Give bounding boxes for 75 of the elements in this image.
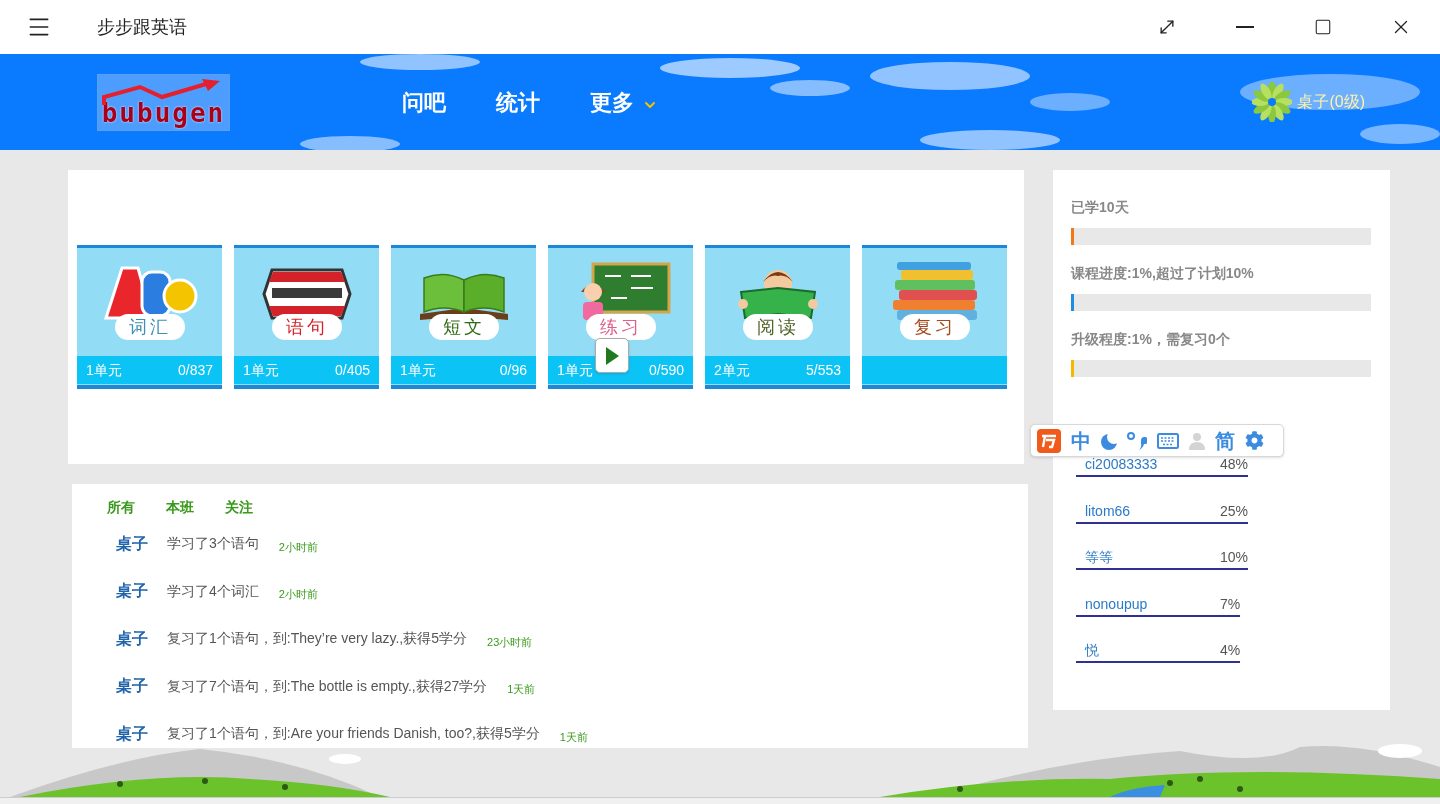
feed-tab[interactable]: 所有: [107, 497, 135, 517]
ranking-percent: 7%: [1220, 594, 1241, 614]
input-mode-toggle[interactable]: 中: [1071, 428, 1091, 453]
window-title: 步步跟英语: [97, 15, 187, 39]
play-button[interactable]: [595, 338, 629, 373]
ranking-percent: 10%: [1220, 548, 1249, 567]
ranking-name: ci20083333: [1085, 455, 1159, 474]
lesson-label: 短文: [428, 314, 499, 340]
progress-count: 0/405: [334, 360, 370, 380]
user-link[interactable]: 桌子: [116, 674, 167, 699]
ranking-row[interactable]: 悦 4%: [1076, 640, 1241, 663]
ranking-name: litom66: [1085, 501, 1132, 521]
ranking-percent: 48%: [1220, 455, 1249, 474]
lesson-card[interactable]: 阅读 2单元 5/553: [705, 245, 850, 389]
nav-item[interactable]: 更多: [590, 85, 658, 119]
lesson-label: 词汇: [114, 314, 185, 340]
ranking-percent: 4%: [1220, 641, 1241, 660]
lesson-card[interactable]: 短文 1单元 0/96: [391, 245, 536, 389]
lesson-card[interactable]: 练习 1单元 0/590: [548, 245, 693, 389]
unit-count: 2单元: [714, 360, 750, 380]
activity-time: 23小时前: [487, 634, 533, 650]
lesson-card[interactable]: 复习: [862, 245, 1007, 389]
play-icon: [605, 346, 619, 365]
user-link[interactable]: 桌子: [116, 579, 167, 604]
maximize-icon: [1314, 18, 1332, 36]
ranking-row[interactable]: litom66 25%: [1076, 500, 1249, 524]
minimize-icon: [1236, 26, 1254, 28]
ranking-name: nonoupup: [1085, 594, 1149, 614]
stat-label: 课程进度:1%,超过了计划10%: [1071, 264, 1254, 283]
settings-icon[interactable]: [1245, 431, 1264, 450]
user-link[interactable]: 桌子: [116, 626, 167, 651]
lesson-label: 阅读: [742, 314, 813, 340]
user-link[interactable]: 桌子: [116, 531, 167, 556]
nav-item[interactable]: 统计: [496, 85, 540, 119]
charset-toggle[interactable]: 简: [1215, 428, 1235, 453]
unit-count: 1单元: [86, 360, 122, 380]
activity-text: 复习了1个语句，到:Are your friends Danish, too?,获得5学分: [167, 724, 540, 744]
ranking-percent: 25%: [1220, 501, 1249, 521]
activity-time: 2小时前: [278, 539, 318, 555]
moon-icon[interactable]: [1101, 431, 1117, 450]
progress-count: 0/590: [648, 360, 684, 380]
activity-text: 复习了7个语句，到:The bottle is empty.,获得27学分: [167, 676, 488, 696]
keyboard-icon[interactable]: [1157, 432, 1179, 449]
ime-logo-icon[interactable]: [1037, 428, 1061, 453]
feed-tab[interactable]: 本班: [166, 497, 194, 517]
user-link[interactable]: 桌子: [116, 721, 167, 746]
lesson-label: 练习: [585, 314, 656, 340]
activity-text: 学习了4个词汇: [167, 581, 259, 601]
progress-count: 5/553: [805, 360, 841, 380]
ranking-name: 等等: [1085, 548, 1114, 567]
unit-count: 1单元: [557, 360, 593, 380]
ranking-row[interactable]: nonoupup 7%: [1076, 593, 1241, 617]
stat-label: 升级程度:1%，需复习0个: [1071, 330, 1230, 349]
activity-time: 1天前: [507, 682, 536, 697]
avatar-icon: [1252, 82, 1293, 122]
user-name: 桌子(0级): [1297, 92, 1365, 112]
activity-text: 学习了3个语句: [167, 534, 259, 554]
activity-time: 2小时前: [278, 587, 318, 602]
stat-label: 已学10天: [1071, 198, 1129, 217]
lesson-label: 复习: [899, 314, 970, 340]
unit-count: 1单元: [400, 360, 436, 380]
activity-time: 1天前: [559, 729, 588, 745]
punctuation-icon[interactable]: [1127, 431, 1147, 450]
ranking-row[interactable]: 等等 10%: [1076, 547, 1249, 570]
unit-count: 1单元: [243, 360, 279, 380]
nav-item[interactable]: 问吧: [402, 85, 446, 119]
lesson-label: 语句: [271, 314, 342, 340]
feed-tab[interactable]: 关注: [225, 497, 253, 517]
activity-text: 复习了1个语句，到:They’re very lazy.,获得5学分: [167, 629, 467, 649]
lesson-card[interactable]: 语句 1单元 0/405: [234, 245, 379, 389]
lesson-card[interactable]: 词汇 1单元 0/837: [77, 245, 222, 389]
logo-text: bubugen: [101, 97, 226, 128]
progress-count: 0/837: [177, 360, 213, 380]
progress-count: 0/96: [499, 360, 527, 380]
ranking-name: 悦: [1085, 641, 1100, 660]
